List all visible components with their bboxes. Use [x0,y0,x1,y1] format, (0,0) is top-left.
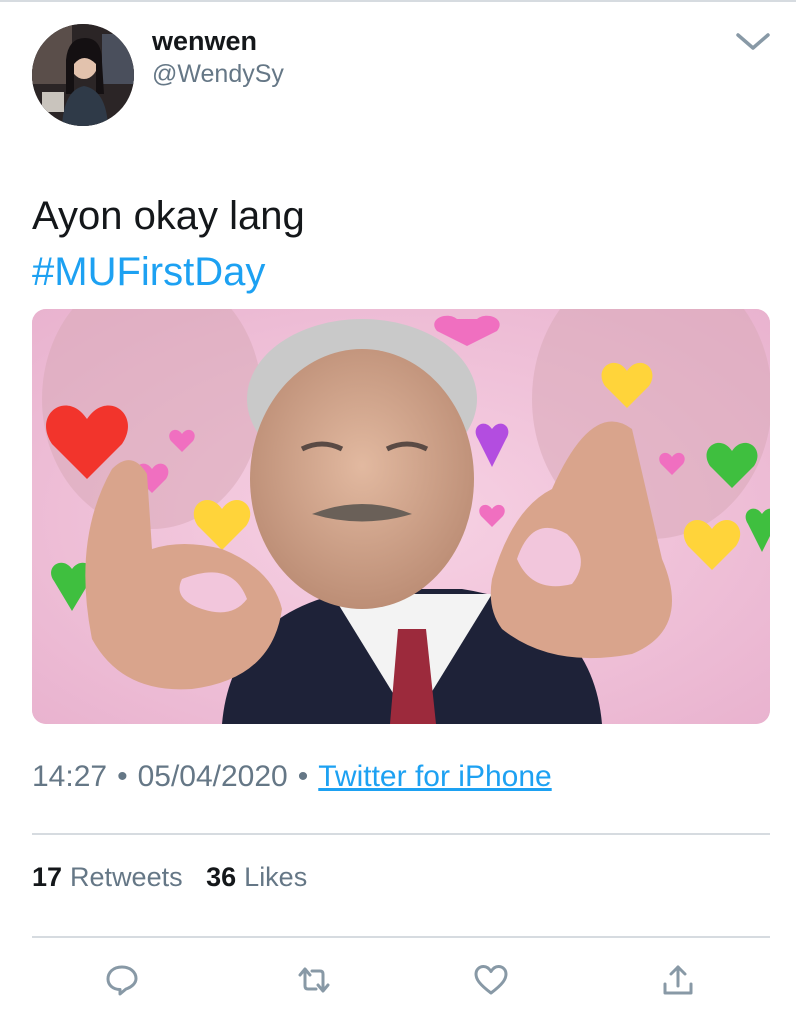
heart-icon[interactable] [473,962,509,998]
likes-label: Likes [244,862,308,892]
chevron-down-icon[interactable] [733,28,773,56]
retweets-count: 17 [32,862,63,892]
tweet-time: 14:27 [32,760,108,793]
tweet-text: Ayon okay lang [32,194,305,238]
tweet-meta: 14:27 • 05/04/2020 • Twitter for iPhone [32,760,552,794]
hashtag-link[interactable]: #MUFirstDay [32,244,305,300]
tweet-source-link[interactable]: Twitter for iPhone [318,760,551,793]
retweets-label: Retweets [70,862,183,892]
tweet-body: Ayon okay lang #MUFirstDay [32,188,305,300]
retweet-icon[interactable] [296,962,332,998]
top-divider [0,0,796,2]
meta-separator: • [297,760,309,793]
user-handle[interactable]: @WendySy [152,60,284,89]
retweets-stat[interactable]: 17 Retweets [32,862,183,892]
share-icon[interactable] [660,962,696,998]
avatar[interactable] [32,24,134,126]
meta-separator: • [117,760,128,793]
likes-stat[interactable]: 36 Likes [206,862,307,892]
display-name[interactable]: wenwen [152,26,257,57]
divider [32,936,770,938]
tweet-date: 05/04/2020 [137,760,288,793]
tweet-media-image[interactable] [32,309,770,724]
avatar-photo [32,24,134,126]
tweet-stats: 17 Retweets 36 Likes [32,862,323,893]
likes-count: 36 [206,862,237,892]
reply-icon[interactable] [104,962,140,998]
divider [32,833,770,835]
